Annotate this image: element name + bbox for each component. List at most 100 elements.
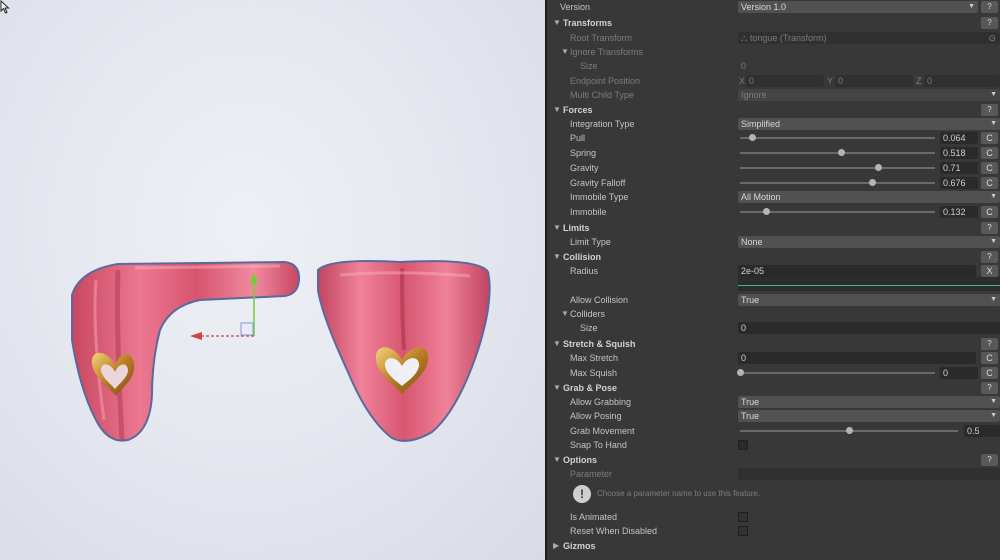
max-squish-label: Max Squish — [570, 368, 618, 378]
slider-knob[interactable] — [838, 149, 845, 156]
version-row: Version Version 1.0 ▼ ? — [547, 0, 1000, 14]
section-title: Forces — [563, 105, 593, 115]
section-limits[interactable]: ▼ Limits ? — [547, 221, 1000, 235]
immobile-type-row: Immobile Type All Motion ▼ — [547, 190, 1000, 204]
max-stretch-field[interactable]: 0 — [738, 352, 976, 364]
allow-posing-row: Allow Posing True ▼ — [547, 409, 1000, 423]
reset-button[interactable]: C — [981, 352, 998, 364]
endpoint-position-row: Endpoint Position X 0 Y 0 Z 0 — [547, 74, 1000, 88]
x-field: 0 — [746, 75, 824, 87]
help-button[interactable]: ? — [981, 1, 998, 13]
max-squish-field[interactable]: 0 — [940, 367, 978, 379]
slider-knob[interactable] — [749, 134, 757, 141]
colliders-size-field[interactable]: 0 — [738, 322, 1000, 334]
max-squish-row: Max Squish 0 C — [547, 366, 1000, 380]
help-button[interactable]: ? — [981, 251, 998, 263]
help-button[interactable]: ? — [981, 222, 998, 234]
slider-knob[interactable] — [846, 427, 853, 434]
version-value: Version 1.0 — [741, 2, 787, 12]
help-button[interactable]: ? — [981, 17, 998, 29]
slider-knob[interactable] — [762, 208, 770, 215]
slider-knob[interactable] — [875, 164, 883, 171]
pull-slider[interactable] — [740, 134, 935, 141]
radius-curve-field[interactable] — [738, 277, 1000, 291]
reset-when-disabled-control — [738, 525, 1000, 537]
section-title: Stretch & Squish — [563, 339, 636, 349]
immobile-type-dropdown[interactable]: All Motion ▼ — [738, 191, 1000, 203]
allow-posing-dropdown[interactable]: True ▼ — [738, 410, 1000, 422]
version-dropdown[interactable]: Version 1.0 ▼ — [738, 1, 978, 13]
slider-knob[interactable] — [737, 369, 744, 376]
integration-type-label: Integration Type — [570, 119, 635, 129]
foldout-open-icon: ▼ — [553, 455, 561, 464]
grab-movement-field[interactable]: 0.5 — [964, 425, 1000, 437]
immobile-field[interactable]: 0.132 — [940, 206, 978, 218]
allow-posing-label: Allow Posing — [570, 411, 622, 421]
gravity-row: Gravity 0.71 C — [547, 161, 1000, 175]
is-animated-row: Is Animated — [547, 510, 1000, 524]
colliders-size-control: 0 — [738, 322, 1000, 334]
reset-when-disabled-checkbox[interactable] — [738, 526, 748, 536]
foldout-open-icon: ▼ — [553, 383, 561, 392]
tongue-bent-model — [71, 260, 301, 442]
root-transform-row: Root Transform ⛬ tongue (Transform) ⊙ — [547, 31, 1000, 45]
section-title: Collision — [563, 252, 601, 262]
mouse-cursor-icon — [0, 0, 10, 14]
allow-collision-dropdown[interactable]: True ▼ — [738, 294, 1000, 306]
help-button[interactable]: ? — [981, 382, 998, 394]
help-button[interactable]: ? — [981, 454, 998, 466]
is-animated-checkbox[interactable] — [738, 512, 748, 522]
gravity-slider[interactable] — [740, 164, 935, 171]
gravity-field[interactable]: 0.71 — [940, 162, 978, 174]
section-gizmos[interactable]: ▶ Gizmos — [547, 539, 1000, 553]
gravity-falloff-slider[interactable] — [740, 179, 935, 186]
allow-grabbing-dropdown[interactable]: True ▼ — [738, 396, 1000, 408]
reset-button[interactable]: C — [981, 132, 998, 144]
slider-knob[interactable] — [868, 179, 876, 186]
pull-label: Pull — [570, 133, 586, 143]
allow-collision-row: Allow Collision True ▼ — [547, 293, 1000, 307]
root-transform-value: tongue (Transform) — [749, 33, 827, 43]
integration-type-dropdown[interactable]: Simplified ▼ — [738, 118, 1000, 130]
grab-movement-slider[interactable] — [740, 427, 958, 434]
section-forces[interactable]: ▼ Forces ? — [547, 103, 1000, 117]
section-grab-pose[interactable]: ▼ Grab & Pose ? — [547, 381, 1000, 395]
max-squish-slider[interactable] — [737, 369, 935, 376]
section-title: Transforms — [563, 18, 613, 28]
help-button[interactable]: ? — [981, 338, 998, 350]
spring-label: Spring — [570, 148, 597, 158]
max-squish-slider-control: 0 C — [737, 367, 1000, 379]
info-icon: ! — [573, 485, 591, 503]
spring-slider[interactable] — [740, 149, 935, 156]
ignore-transforms-row: ▼ Ignore Transforms — [547, 45, 1000, 59]
caret-down-icon: ▼ — [990, 91, 997, 98]
reset-button[interactable]: C — [981, 206, 998, 218]
gravity-falloff-field[interactable]: 0.676 — [940, 177, 978, 189]
allow-grabbing-value: True — [741, 397, 760, 407]
caret-down-icon: ▼ — [990, 412, 997, 419]
section-title: Grab & Pose — [563, 383, 618, 393]
reset-button[interactable]: C — [981, 177, 998, 189]
scene-viewport[interactable] — [0, 0, 545, 560]
section-collision[interactable]: ▼ Collision ? — [547, 250, 1000, 264]
pull-field[interactable]: 0.064 — [940, 132, 978, 144]
immobile-slider[interactable] — [740, 208, 935, 215]
immobile-type-value: All Motion — [741, 192, 781, 202]
gravity-falloff-row: Gravity Falloff 0.676 C — [547, 176, 1000, 190]
multi-child-type-row: Multi Child Type Ignore ▼ — [547, 88, 1000, 102]
reset-button[interactable]: C — [981, 162, 998, 174]
reset-button[interactable]: C — [981, 367, 998, 379]
section-transforms[interactable]: ▼ Transforms ? — [547, 16, 1000, 30]
foldout-open-icon: ▼ — [553, 252, 561, 261]
help-button[interactable]: ? — [981, 104, 998, 116]
section-options[interactable]: ▼ Options ? — [547, 453, 1000, 467]
pull-row: Pull 0.064 C — [547, 131, 1000, 145]
section-stretch-squish[interactable]: ▼ Stretch & Squish ? — [547, 337, 1000, 351]
colliders-row[interactable]: ▼ Colliders — [547, 307, 1000, 321]
allow-collision-value: True — [741, 295, 760, 305]
spring-field[interactable]: 0.518 — [940, 147, 978, 159]
reset-button[interactable]: C — [981, 147, 998, 159]
limit-type-dropdown[interactable]: None ▼ — [738, 236, 1000, 248]
snap-to-hand-checkbox[interactable] — [738, 440, 748, 450]
gravity-falloff-label: Gravity Falloff — [570, 178, 626, 188]
